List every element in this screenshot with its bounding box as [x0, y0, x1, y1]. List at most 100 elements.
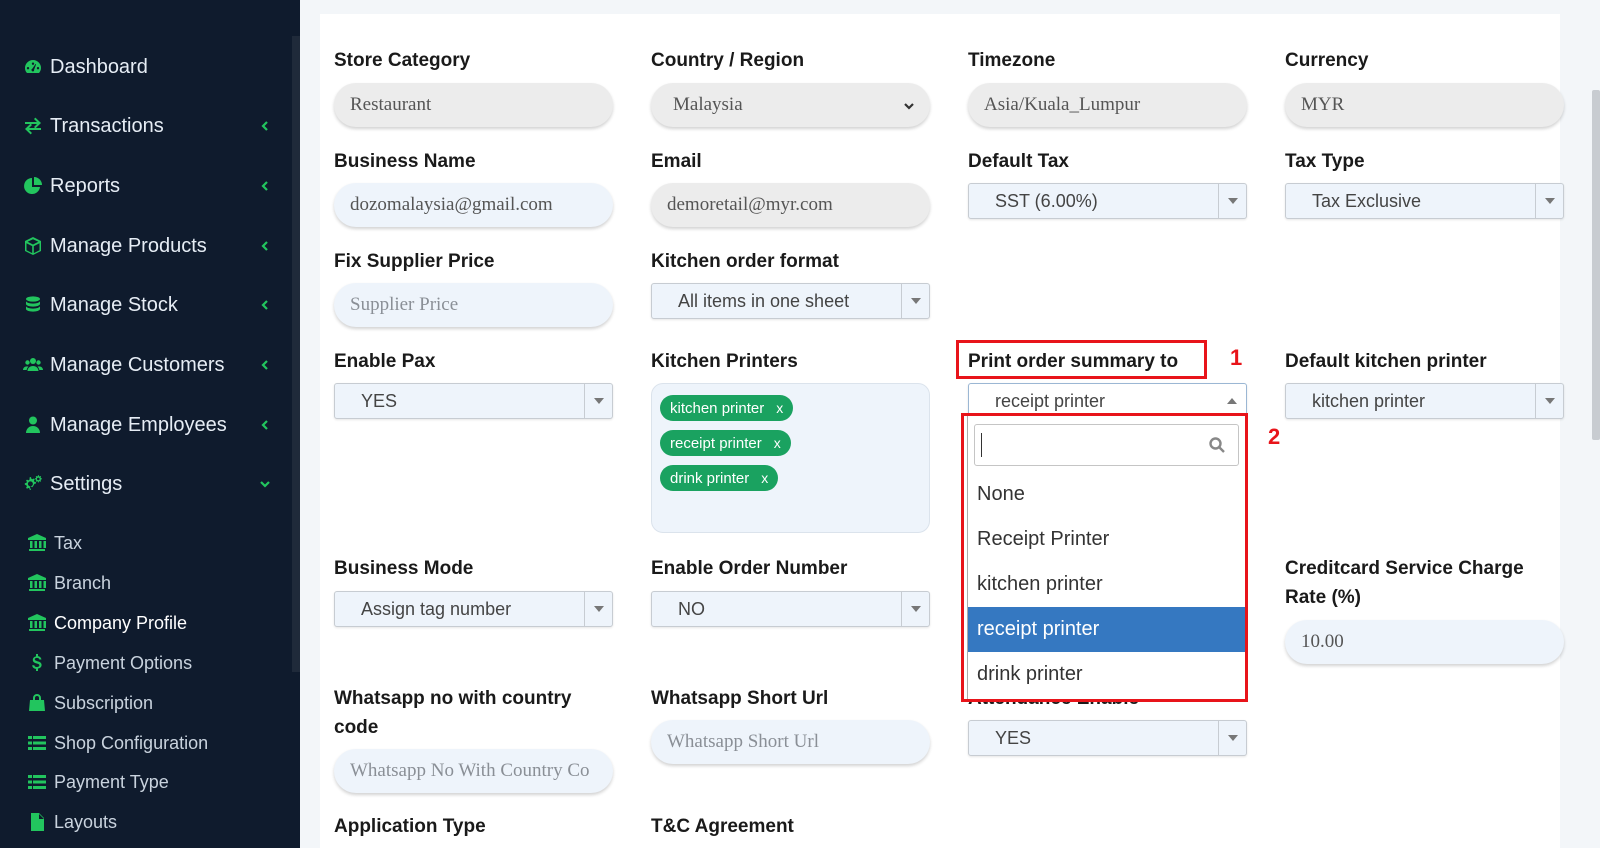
business-mode-select[interactable]: Assign tag number: [334, 591, 613, 627]
sidebar-subitem-shop-configuration[interactable]: Shop Configuration: [26, 730, 208, 756]
kitchen-order-format-select[interactable]: All items in one sheet: [651, 283, 930, 319]
sidebar-item-label: Manage Customers: [50, 353, 225, 376]
remove-tag-icon[interactable]: x: [774, 435, 781, 451]
page-scrollbar[interactable]: [1592, 90, 1600, 440]
sidebar-subitem-company-profile[interactable]: Company Profile: [26, 610, 187, 636]
supplier-price-placeholder: Supplier Price: [350, 294, 459, 315]
sidebar-subitem-label: Payment Options: [54, 652, 193, 673]
default-tax-label: Default Tax: [968, 151, 1070, 172]
email-field[interactable]: demoretail@myr.com: [651, 183, 930, 227]
chevron-left-icon: [258, 298, 272, 312]
creditcard-rate-label-line1: Creditcard Service Charge: [1285, 558, 1524, 579]
default-kitchen-printer-label: Default kitchen printer: [1285, 351, 1487, 372]
chevron-left-icon: [258, 358, 272, 372]
currency-field[interactable]: MYR: [1285, 83, 1564, 127]
default-tax-value: SST (6.00%): [995, 190, 1098, 211]
enable-pax-label: Enable Pax: [334, 351, 436, 372]
store-category-field[interactable]: Restaurant: [334, 83, 613, 127]
sidebar: Dashboard Transactions Reports Manage Pr…: [0, 0, 300, 848]
sidebar-item-label: Manage Products: [50, 234, 207, 257]
sidebar-subitem-label: Branch: [54, 572, 112, 593]
sidebar-item-label: Reports: [50, 174, 121, 197]
enable-pax-select[interactable]: YES: [334, 383, 613, 419]
enable-order-number-value: NO: [678, 598, 705, 619]
annotation-box-1: [956, 340, 1207, 379]
attendance-enable-select[interactable]: YES: [968, 720, 1247, 756]
dropdown-arrow-icon: [584, 384, 612, 418]
bank-icon: [26, 572, 48, 594]
sidebar-item-manage-products[interactable]: Manage Products: [22, 231, 272, 261]
sidebar-subitem-label: Shop Configuration: [54, 732, 209, 753]
enable-order-number-select[interactable]: NO: [651, 591, 930, 627]
store-category-value: Restaurant: [350, 94, 432, 115]
sidebar-item-manage-customers[interactable]: Manage Customers: [22, 350, 272, 380]
application-type-label: Application Type: [334, 816, 486, 837]
file-icon: [26, 811, 48, 833]
sidebar-scrollbar[interactable]: [292, 36, 300, 672]
tax-type-value: Tax Exclusive: [1312, 190, 1422, 211]
dropdown-arrow-icon: [1535, 384, 1563, 418]
whatsapp-no-input[interactable]: Whatsapp No With Country Co: [334, 749, 613, 793]
tc-agreement-label: T&C Agreement: [651, 816, 794, 837]
timezone-value: Asia/Kuala_Lumpur: [984, 94, 1141, 115]
business-name-value: dozomalaysia@gmail.com: [350, 194, 553, 215]
list-icon: [26, 771, 48, 793]
sidebar-subitem-payment-options[interactable]: Payment Options: [26, 650, 192, 676]
sidebar-item-manage-stock[interactable]: Manage Stock: [22, 290, 272, 320]
whatsapp-url-input[interactable]: Whatsapp Short Url: [651, 720, 930, 764]
kitchen-printers-label: Kitchen Printers: [651, 351, 798, 372]
sidebar-item-label: Manage Employees: [50, 413, 227, 436]
annotation-number-2: 2: [1268, 424, 1281, 449]
dollar-icon: [26, 652, 48, 674]
print-order-summary-value: receipt printer: [995, 390, 1106, 411]
enable-order-number-label: Enable Order Number: [651, 558, 848, 579]
chevron-left-icon: [258, 239, 272, 253]
sidebar-subitem-subscription[interactable]: Subscription: [26, 690, 153, 716]
sidebar-item-reports[interactable]: Reports: [22, 171, 272, 201]
creditcard-rate-input[interactable]: 10.00: [1285, 620, 1564, 664]
email-value: demoretail@myr.com: [667, 194, 833, 215]
creditcard-rate-value: 10.00: [1301, 631, 1344, 652]
country-select[interactable]: Malaysia: [651, 83, 930, 127]
remove-tag-icon[interactable]: x: [761, 470, 768, 486]
kitchen-printers-multiselect[interactable]: kitchen printer x receipt printer x drin…: [651, 383, 930, 533]
sidebar-subitem-branch[interactable]: Branch: [26, 570, 111, 596]
supplier-price-input[interactable]: Supplier Price: [334, 283, 613, 327]
sidebar-item-transactions[interactable]: Transactions: [22, 111, 272, 141]
tag-label: kitchen printer: [670, 399, 765, 417]
chevron-down-icon: [902, 97, 916, 111]
sidebar-subitem-payment-type[interactable]: Payment Type: [26, 769, 169, 795]
remove-tag-icon[interactable]: x: [776, 400, 783, 416]
sidebar-subitem-tax[interactable]: Tax: [26, 530, 82, 556]
default-kitchen-printer-select[interactable]: kitchen printer: [1285, 383, 1564, 419]
sidebar-item-dashboard[interactable]: Dashboard: [22, 52, 272, 82]
default-tax-select[interactable]: SST (6.00%): [968, 183, 1247, 219]
chevron-down-icon: [258, 477, 272, 491]
tag-drink-printer: drink printer x: [660, 465, 779, 491]
tax-type-select[interactable]: Tax Exclusive: [1285, 183, 1564, 219]
sidebar-item-label: Manage Stock: [50, 293, 178, 316]
tag-label: receipt printer: [670, 434, 762, 452]
business-name-input[interactable]: dozomalaysia@gmail.com: [334, 183, 613, 227]
database-icon: [22, 294, 44, 316]
enable-pax-value: YES: [361, 390, 398, 411]
sidebar-item-settings[interactable]: Settings: [22, 469, 272, 499]
timezone-field[interactable]: Asia/Kuala_Lumpur: [968, 83, 1247, 127]
sidebar-subitem-layouts[interactable]: Layouts: [26, 809, 117, 835]
fix-supplier-price-label: Fix Supplier Price: [334, 251, 495, 272]
chevron-left-icon: [258, 119, 272, 133]
dropdown-arrow-icon: [1535, 184, 1563, 218]
store-category-label: Store Category: [334, 50, 471, 71]
sidebar-item-manage-employees[interactable]: Manage Employees: [22, 410, 272, 440]
sidebar-subitem-label: Layouts: [54, 811, 118, 832]
whatsapp-no-label-line1: Whatsapp no with country: [334, 688, 572, 709]
whatsapp-url-label: Whatsapp Short Url: [651, 688, 829, 709]
business-mode-label: Business Mode: [334, 558, 474, 579]
tag-kitchen-printer: kitchen printer x: [660, 395, 794, 421]
sidebar-subitem-label: Payment Type: [54, 771, 169, 792]
sidebar-item-label: Settings: [50, 472, 123, 495]
tag-label: drink printer: [670, 469, 750, 487]
exchange-icon: [22, 115, 44, 137]
bank-icon: [26, 532, 48, 554]
country-label: Country / Region: [651, 50, 805, 71]
